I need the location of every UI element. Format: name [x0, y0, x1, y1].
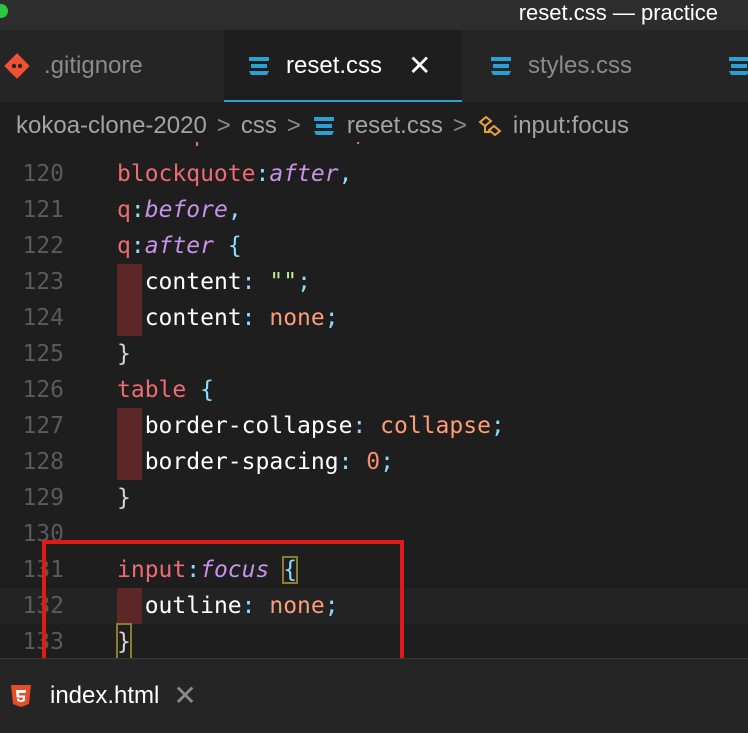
breadcrumb-separator: > [216, 112, 231, 139]
code-text: } [117, 485, 131, 511]
breadcrumb-item-css[interactable]: css [241, 112, 277, 140]
editor-tab-bar: .gitignore reset.css ✕ styles.css [0, 30, 748, 102]
line-number: 123 [22, 269, 64, 295]
breadcrumb-separator: > [286, 112, 301, 139]
css-icon [311, 113, 337, 139]
tab-overflow[interactable] [726, 30, 748, 102]
code-text: content: none; [144, 305, 339, 331]
code-line: 123 content: ""; [0, 264, 748, 300]
close-icon[interactable]: ✕ [408, 52, 431, 80]
code-line: 126 table { [0, 372, 748, 408]
tab-label: index.html [50, 682, 160, 709]
code-line: 128 border-spacing: 0; [0, 444, 748, 480]
css-icon [488, 53, 514, 79]
breadcrumb-separator: > [452, 112, 467, 139]
line-number: 128 [22, 449, 64, 475]
line-number: 122 [22, 233, 64, 259]
tab-label: .gitignore [44, 52, 143, 79]
code-text: table { [117, 377, 214, 403]
breadcrumb-item-file[interactable]: reset.css [347, 112, 443, 140]
css-icon [246, 53, 272, 79]
line-number: 120 [22, 161, 64, 187]
line-number: 124 [22, 305, 64, 331]
code-line: 129 } [0, 480, 748, 516]
title-bar: reset.css — practice [0, 0, 748, 30]
breadcrumb-item-folder[interactable]: kokoa-clone-2020 [16, 112, 207, 140]
code-text: border-spacing: 0; [144, 449, 395, 475]
code-text: } [117, 341, 131, 367]
code-line: 127 border-collapse: collapse; [0, 408, 748, 444]
close-icon[interactable]: ✕ [173, 682, 196, 710]
line-number: 121 [22, 197, 64, 223]
tab-gitignore[interactable]: .gitignore [4, 30, 143, 102]
line-number: 125 [22, 341, 64, 367]
code-text: q:after { [117, 233, 242, 259]
line-number: 126 [22, 377, 64, 403]
code-line: 120 blockquote:after, [0, 156, 748, 192]
tab-label: reset.css [286, 52, 383, 79]
window-zoom-button[interactable] [0, 4, 8, 18]
code-text: blockquote:after, [117, 161, 353, 187]
tab-index-html[interactable]: index.html ✕ [8, 659, 197, 733]
line-number: 129 [22, 485, 64, 511]
code-line: 124 content: none; [0, 300, 748, 336]
css-icon [726, 53, 748, 79]
code-line: 125 } [0, 336, 748, 372]
code-line: 121 q:before, [0, 192, 748, 228]
annotation-highlight-box [42, 540, 404, 666]
window-title: reset.css — practice [518, 0, 718, 25]
symbol-icon [477, 113, 503, 139]
tab-styles-css[interactable]: styles.css [488, 30, 632, 102]
code-text: q:before, [117, 197, 242, 223]
code-text: border-collapse: collapse; [144, 413, 505, 439]
partial-code-line: blockquote:before, [0, 142, 748, 156]
breadcrumb-item-symbol[interactable]: input:focus [513, 112, 629, 140]
tab-label: styles.css [528, 52, 633, 79]
bottom-tab-bar: index.html ✕ [0, 658, 748, 733]
line-number: 127 [22, 413, 64, 439]
code-line: 122 q:after { [0, 228, 748, 264]
git-icon [4, 53, 30, 79]
tab-reset-css[interactable]: reset.css ✕ [224, 30, 462, 102]
code-text: content: ""; [144, 269, 311, 295]
html5-icon [8, 683, 34, 709]
